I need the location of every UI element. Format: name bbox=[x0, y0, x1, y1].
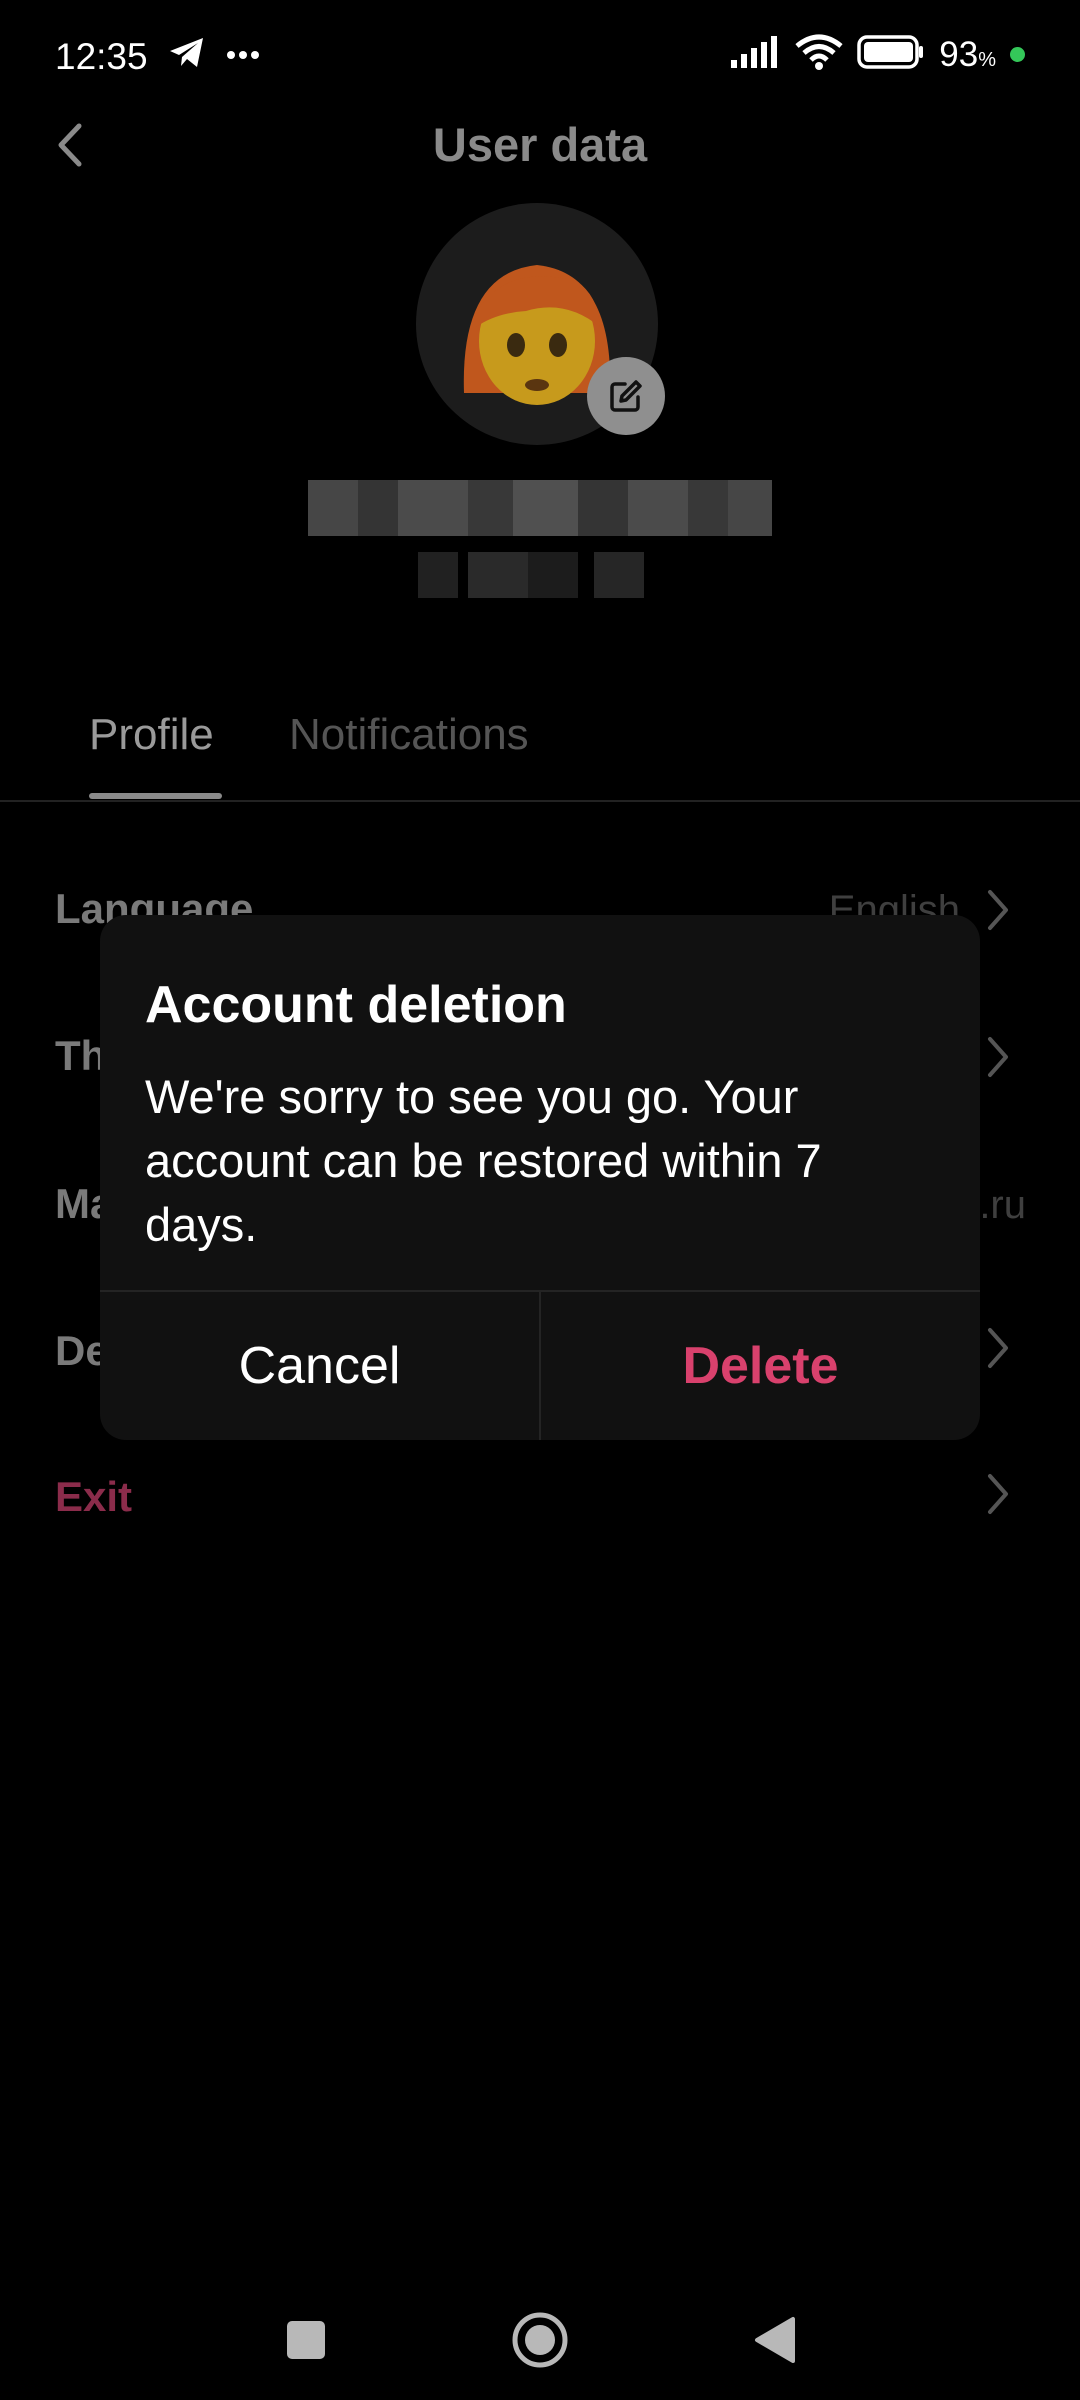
home-button[interactable] bbox=[500, 2300, 580, 2380]
status-left-icons bbox=[168, 36, 260, 75]
telegram-icon bbox=[168, 36, 206, 75]
home-circle-icon bbox=[512, 2312, 568, 2368]
status-right: 93% bbox=[731, 34, 1025, 75]
screen: 12:35 93% User data Profile Notification… bbox=[0, 0, 1080, 2400]
chevron-right-icon bbox=[988, 1037, 1008, 1077]
signal-icon bbox=[731, 36, 781, 73]
account-deletion-dialog: Account deletion We're sorry to see you … bbox=[100, 915, 980, 1440]
edit-icon bbox=[610, 380, 642, 412]
status-time: 12:35 bbox=[55, 36, 148, 77]
battery-percent: 93% bbox=[939, 34, 996, 74]
chevron-right-icon bbox=[988, 890, 1008, 930]
back-triangle-icon bbox=[755, 2317, 795, 2363]
chevron-right-icon bbox=[988, 1474, 1008, 1514]
redacted-user-email bbox=[418, 552, 644, 598]
status-bar: 12:35 93% bbox=[0, 0, 1080, 115]
tabs-divider bbox=[0, 800, 1080, 802]
delete-button[interactable]: Delete bbox=[541, 1292, 980, 1440]
nav-back-button[interactable] bbox=[735, 2300, 815, 2380]
recents-square-icon bbox=[287, 2321, 325, 2359]
more-dots-icon bbox=[226, 47, 260, 65]
tab-notifications[interactable]: Notifications bbox=[289, 710, 529, 760]
chevron-right-icon bbox=[988, 1328, 1008, 1368]
edit-avatar-button[interactable] bbox=[587, 357, 665, 435]
settings-row-value: .ru bbox=[979, 1183, 1026, 1227]
exit-label: Exit bbox=[55, 1473, 133, 1520]
dialog-message: We're sorry to see you go. Your account … bbox=[145, 1070, 822, 1251]
redacted-user-name bbox=[308, 480, 772, 536]
battery-icon bbox=[857, 35, 925, 74]
settings-row-label: Th bbox=[55, 1032, 107, 1079]
recents-button[interactable] bbox=[266, 2300, 346, 2380]
tab-profile[interactable]: Profile bbox=[89, 710, 214, 760]
dialog-title: Account deletion bbox=[145, 976, 567, 1034]
page-title: User data bbox=[432, 118, 648, 171]
cancel-button[interactable]: Cancel bbox=[100, 1292, 539, 1440]
status-dot bbox=[1010, 47, 1025, 62]
wifi-icon bbox=[795, 34, 843, 75]
active-tab-indicator bbox=[89, 793, 222, 799]
